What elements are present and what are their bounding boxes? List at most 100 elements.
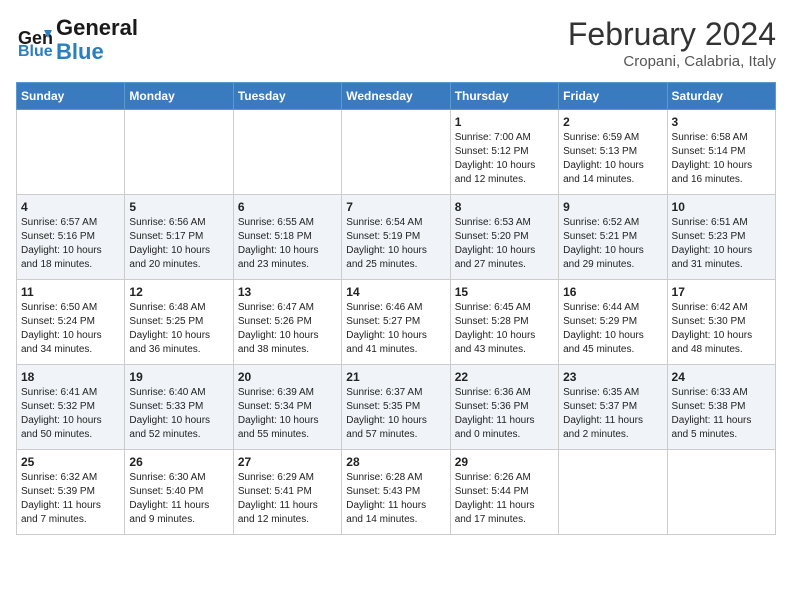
day-info: Sunrise: 6:53 AMSunset: 5:20 PMDaylight:… [455, 216, 554, 272]
day-number: 8 [455, 200, 554, 214]
calendar-week-row: 4Sunrise: 6:57 AMSunset: 5:16 PMDaylight… [17, 195, 776, 280]
day-info: Sunrise: 6:51 AMSunset: 5:23 PMDaylight:… [672, 216, 771, 272]
title-block: February 2024 Cropani, Calabria, Italy [568, 16, 776, 70]
day-info: Sunrise: 6:58 AMSunset: 5:14 PMDaylight:… [672, 131, 771, 187]
logo-blue: Blue [56, 39, 104, 64]
day-number: 24 [672, 370, 771, 384]
day-info: Sunrise: 6:26 AMSunset: 5:44 PMDaylight:… [455, 471, 554, 527]
calendar-day-cell: 4Sunrise: 6:57 AMSunset: 5:16 PMDaylight… [17, 195, 125, 280]
day-info: Sunrise: 6:39 AMSunset: 5:34 PMDaylight:… [238, 386, 337, 442]
day-info: Sunrise: 6:59 AMSunset: 5:13 PMDaylight:… [563, 131, 662, 187]
calendar-day-cell: 6 Sunrise: 6:55 AMSunset: 5:18 PMDaylight… [233, 195, 341, 280]
day-info: Sunrise: 6:50 AMSunset: 5:24 PMDaylight:… [21, 301, 120, 357]
calendar-week-row: 11 Sunrise: 6:50 AMSunset: 5:24 PMDayligh… [17, 280, 776, 365]
calendar-day-cell [559, 450, 667, 535]
calendar-day-cell: 13 Sunrise: 6:47 AMSunset: 5:26 PMDayligh… [233, 280, 341, 365]
day-number: 23 [563, 370, 662, 384]
day-info: Sunrise: 6:37 AMSunset: 5:35 PMDaylight:… [346, 386, 445, 442]
calendar-day-cell: 17 Sunrise: 6:42 AMSunset: 5:30 PMDayligh… [667, 280, 775, 365]
calendar-table: SundayMondayTuesdayWednesdayThursdayFrid… [16, 82, 776, 535]
calendar-header-row: SundayMondayTuesdayWednesdayThursdayFrid… [17, 83, 776, 110]
day-info: Sunrise: 6:47 AMSunset: 5:26 PMDaylight:… [238, 301, 337, 357]
calendar-day-cell [17, 110, 125, 195]
day-info: Sunrise: 6:55 AMSunset: 5:18 PMDaylight:… [238, 216, 337, 272]
day-info: Sunrise: 6:45 AMSunset: 5:28 PMDaylight:… [455, 301, 554, 357]
calendar-day-cell: 18 Sunrise: 6:41 AMSunset: 5:32 PMDayligh… [17, 365, 125, 450]
day-number: 18 [21, 370, 120, 384]
day-info: Sunrise: 6:44 AMSunset: 5:29 PMDaylight:… [563, 301, 662, 357]
day-number: 16 [563, 285, 662, 299]
calendar-day-cell: 25 Sunrise: 6:32 AMSunset: 5:39 PMDayligh… [17, 450, 125, 535]
day-info: Sunrise: 6:52 AMSunset: 5:21 PMDaylight:… [563, 216, 662, 272]
day-number: 20 [238, 370, 337, 384]
calendar-day-cell: 7Sunrise: 6:54 AMSunset: 5:19 PMDaylight… [342, 195, 450, 280]
location-subtitle: Cropani, Calabria, Italy [568, 53, 776, 70]
calendar-day-cell [667, 450, 775, 535]
calendar-day-cell: 10 Sunrise: 6:51 AMSunset: 5:23 PMDayligh… [667, 195, 775, 280]
column-header-tuesday: Tuesday [233, 83, 341, 110]
day-info: Sunrise: 6:46 AMSunset: 5:27 PMDaylight:… [346, 301, 445, 357]
day-info: Sunrise: 6:56 AMSunset: 5:17 PMDaylight:… [129, 216, 228, 272]
calendar-day-cell: 11 Sunrise: 6:50 AMSunset: 5:24 PMDayligh… [17, 280, 125, 365]
calendar-day-cell: 12Sunrise: 6:48 AMSunset: 5:25 PMDayligh… [125, 280, 233, 365]
day-number: 3 [672, 115, 771, 129]
logo-general: General [56, 15, 138, 40]
calendar-day-cell: 14 Sunrise: 6:46 AMSunset: 5:27 PMDayligh… [342, 280, 450, 365]
day-number: 6 [238, 200, 337, 214]
calendar-week-row: 25 Sunrise: 6:32 AMSunset: 5:39 PMDayligh… [17, 450, 776, 535]
day-number: 5 [129, 200, 228, 214]
day-info: Sunrise: 6:33 AMSunset: 5:38 PMDaylight:… [672, 386, 771, 442]
day-number: 12 [129, 285, 228, 299]
calendar-week-row: 18 Sunrise: 6:41 AMSunset: 5:32 PMDayligh… [17, 365, 776, 450]
day-info: Sunrise: 6:54 AMSunset: 5:19 PMDaylight:… [346, 216, 445, 272]
day-number: 2 [563, 115, 662, 129]
calendar-day-cell: 8 Sunrise: 6:53 AMSunset: 5:20 PMDaylight… [450, 195, 558, 280]
calendar-week-row: 1 Sunrise: 7:00 AMSunset: 5:12 PMDaylight… [17, 110, 776, 195]
calendar-day-cell: 3 Sunrise: 6:58 AMSunset: 5:14 PMDaylight… [667, 110, 775, 195]
calendar-day-cell: 20 Sunrise: 6:39 AMSunset: 5:34 PMDayligh… [233, 365, 341, 450]
calendar-day-cell: 1 Sunrise: 7:00 AMSunset: 5:12 PMDaylight… [450, 110, 558, 195]
logo-icon: Gen Blue [16, 22, 52, 58]
day-info: Sunrise: 7:00 AMSunset: 5:12 PMDaylight:… [455, 131, 554, 187]
calendar-day-cell: 16 Sunrise: 6:44 AMSunset: 5:29 PMDayligh… [559, 280, 667, 365]
day-number: 1 [455, 115, 554, 129]
day-number: 15 [455, 285, 554, 299]
day-number: 27 [238, 455, 337, 469]
calendar-day-cell: 27 Sunrise: 6:29 AMSunset: 5:41 PMDayligh… [233, 450, 341, 535]
calendar-day-cell [342, 110, 450, 195]
calendar-day-cell: 23Sunrise: 6:35 AMSunset: 5:37 PMDayligh… [559, 365, 667, 450]
svg-text:Blue: Blue [18, 43, 52, 58]
calendar-day-cell: 24 Sunrise: 6:33 AMSunset: 5:38 PMDayligh… [667, 365, 775, 450]
page-header: Gen Blue General Blue February 2024 Crop… [16, 16, 776, 70]
day-number: 28 [346, 455, 445, 469]
calendar-day-cell: 22Sunrise: 6:36 AMSunset: 5:36 PMDayligh… [450, 365, 558, 450]
day-number: 25 [21, 455, 120, 469]
day-info: Sunrise: 6:41 AMSunset: 5:32 PMDaylight:… [21, 386, 120, 442]
day-info: Sunrise: 6:57 AMSunset: 5:16 PMDaylight:… [21, 216, 120, 272]
day-number: 14 [346, 285, 445, 299]
day-number: 26 [129, 455, 228, 469]
logo: Gen Blue General Blue [16, 16, 138, 64]
day-info: Sunrise: 6:40 AMSunset: 5:33 PMDaylight:… [129, 386, 228, 442]
calendar-day-cell: 29Sunrise: 6:26 AMSunset: 5:44 PMDayligh… [450, 450, 558, 535]
day-number: 19 [129, 370, 228, 384]
calendar-day-cell: 28 Sunrise: 6:28 AMSunset: 5:43 PMDayligh… [342, 450, 450, 535]
calendar-day-cell: 9 Sunrise: 6:52 AMSunset: 5:21 PMDaylight… [559, 195, 667, 280]
day-number: 11 [21, 285, 120, 299]
day-number: 10 [672, 200, 771, 214]
day-info: Sunrise: 6:42 AMSunset: 5:30 PMDaylight:… [672, 301, 771, 357]
calendar-day-cell: 15 Sunrise: 6:45 AMSunset: 5:28 PMDayligh… [450, 280, 558, 365]
calendar-day-cell: 5 Sunrise: 6:56 AMSunset: 5:17 PMDaylight… [125, 195, 233, 280]
day-info: Sunrise: 6:28 AMSunset: 5:43 PMDaylight:… [346, 471, 445, 527]
day-info: Sunrise: 6:36 AMSunset: 5:36 PMDaylight:… [455, 386, 554, 442]
day-number: 17 [672, 285, 771, 299]
column-header-saturday: Saturday [667, 83, 775, 110]
column-header-friday: Friday [559, 83, 667, 110]
month-title: February 2024 [568, 16, 776, 53]
column-header-wednesday: Wednesday [342, 83, 450, 110]
day-info: Sunrise: 6:32 AMSunset: 5:39 PMDaylight:… [21, 471, 120, 527]
day-number: 9 [563, 200, 662, 214]
day-number: 13 [238, 285, 337, 299]
day-info: Sunrise: 6:29 AMSunset: 5:41 PMDaylight:… [238, 471, 337, 527]
calendar-day-cell: 21Sunrise: 6:37 AMSunset: 5:35 PMDayligh… [342, 365, 450, 450]
